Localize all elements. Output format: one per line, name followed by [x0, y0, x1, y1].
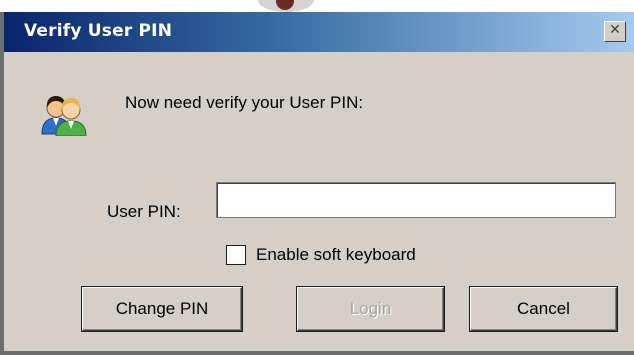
soft-keyboard-option[interactable]: Enable soft keyboard	[226, 242, 416, 268]
prompt-message: Now need verify your User PIN:	[125, 93, 364, 112]
login-button[interactable]: Login	[297, 287, 444, 331]
verify-pin-dialog: Verify User PIN ✕ Now need verify your U…	[0, 12, 634, 355]
user-pin-input[interactable]	[216, 182, 616, 218]
title-bar[interactable]: Verify User PIN ✕	[4, 12, 634, 52]
soft-keyboard-checkbox[interactable]	[226, 245, 246, 265]
background-strip	[0, 0, 634, 12]
cancel-button[interactable]: Cancel	[470, 287, 617, 331]
users-icon	[41, 96, 87, 136]
soft-keyboard-label: Enable soft keyboard	[256, 245, 416, 264]
dialog-title: Verify User PIN	[24, 21, 173, 41]
change-pin-button[interactable]: Change PIN	[82, 287, 242, 331]
user-pin-label: User PIN:	[107, 202, 181, 221]
close-icon: ✕	[609, 22, 621, 38]
close-button[interactable]: ✕	[604, 21, 626, 42]
